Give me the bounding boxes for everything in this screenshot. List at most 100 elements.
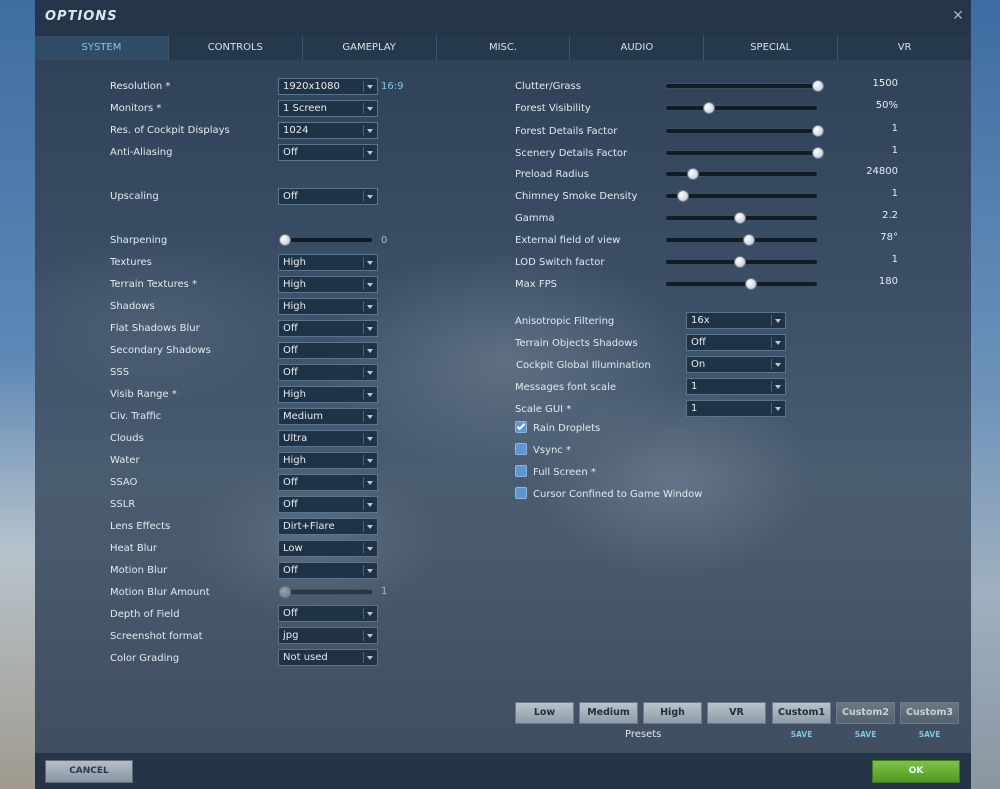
scale-gui-select[interactable]: 1 (686, 400, 786, 417)
motion-blur-select[interactable]: Off (278, 562, 378, 579)
max-fps-value: 180 (878, 276, 898, 287)
save-custom2-button[interactable]: SAVE (836, 730, 895, 739)
resolution-select[interactable]: 1920x1080 (278, 78, 378, 95)
lod-switch-factor-slider-thumb[interactable] (733, 256, 746, 268)
preset-high-button[interactable]: High (643, 702, 702, 724)
messages-font-scale-label: Messages font scale (515, 382, 617, 393)
messages-font-scale-select[interactable]: 1 (686, 378, 786, 395)
chevron-down-icon (367, 261, 373, 265)
close-icon[interactable]: ✕ (950, 8, 966, 24)
secondary-shadows-value: Off (283, 345, 298, 356)
sharpening-slider-thumb[interactable] (279, 234, 291, 246)
gamma-value: 2.2 (882, 210, 898, 221)
chevron-down-icon (367, 371, 373, 375)
depth-of-field-select[interactable]: Off (278, 605, 378, 622)
clouds-select[interactable]: Ultra (278, 430, 378, 447)
cockpit-res-select[interactable]: 1024 (278, 122, 378, 139)
messages-font-scale-value: 1 (691, 381, 698, 392)
chevron-down-icon (367, 459, 373, 463)
tab-bar: SYSTEM CONTROLS GAMEPLAY MISC. AUDIO SPE… (35, 36, 972, 60)
terrain-textures-select[interactable]: High (278, 276, 378, 293)
preload-radius-slider-thumb[interactable] (686, 168, 699, 180)
anisotropic-filtering-value: 16x (691, 315, 710, 326)
anti-aliasing-label: Anti-Aliasing (110, 147, 173, 158)
chevron-down-icon (367, 283, 373, 287)
forest-details-factor-slider[interactable] (665, 128, 818, 134)
visib-range-select[interactable]: High (278, 386, 378, 403)
ssao-select[interactable]: Off (278, 474, 378, 491)
motion-blur-amount-slider[interactable] (280, 589, 373, 595)
ok-button[interactable]: OK (872, 760, 960, 783)
monitors-label: Monitors * (110, 103, 162, 114)
terrain-objects-shadows-value: Off (691, 337, 706, 348)
water-select[interactable]: High (278, 452, 378, 469)
resolution-value: 1920x1080 (283, 81, 340, 92)
forest-visibility-value: 50% (875, 100, 898, 111)
forest-visibility-slider[interactable] (665, 105, 818, 111)
chevron-down-icon (367, 481, 373, 485)
tab-audio[interactable]: AUDIO (570, 36, 705, 60)
sss-value: Off (283, 367, 298, 378)
motion-blur-value: Off (283, 565, 298, 576)
lens-effects-label: Lens Effects (110, 521, 171, 532)
color-grading-select[interactable]: Not used (278, 649, 378, 666)
lod-switch-factor-value: 1 (891, 254, 898, 265)
rain-droplets-checkbox[interactable] (515, 421, 527, 433)
vsync-checkbox[interactable] (515, 443, 527, 455)
anti-aliasing-select[interactable]: Off (278, 144, 378, 161)
anisotropic-filtering-select[interactable]: 16x (686, 312, 786, 329)
sslr-select[interactable]: Off (278, 496, 378, 513)
preset-custom1-button[interactable]: Custom1 (772, 702, 831, 724)
max-fps-slider-thumb[interactable] (744, 278, 757, 290)
secondary-shadows-select[interactable]: Off (278, 342, 378, 359)
sharpening-slider[interactable] (280, 237, 373, 243)
preset-custom2-button[interactable]: Custom2 (836, 702, 895, 724)
tab-system[interactable]: SYSTEM (35, 36, 169, 60)
motion-blur-amount-slider-thumb[interactable] (279, 586, 291, 598)
gamma-slider-thumb[interactable] (733, 212, 746, 224)
presets-label: Presets (625, 729, 662, 740)
preset-custom3-button[interactable]: Custom3 (900, 702, 959, 724)
save-custom1-button[interactable]: SAVE (772, 730, 831, 739)
preset-medium-button[interactable]: Medium (579, 702, 638, 724)
cockpit-gi-select[interactable]: On (686, 356, 786, 373)
tab-misc[interactable]: MISC. (436, 36, 571, 60)
cancel-button[interactable]: CANCEL (45, 760, 133, 783)
secondary-shadows-label: Secondary Shadows (110, 345, 211, 356)
full-screen-checkbox[interactable] (515, 465, 527, 477)
tab-vr[interactable]: VR (838, 36, 972, 60)
preset-low-button[interactable]: Low (515, 702, 574, 724)
terrain-objects-shadows-select[interactable]: Off (686, 334, 786, 351)
upscaling-select[interactable]: Off (278, 188, 378, 205)
scenery-details-factor-slider-thumb[interactable] (812, 147, 824, 159)
max-fps-slider[interactable] (665, 281, 818, 287)
preset-vr-button[interactable]: VR (707, 702, 766, 724)
vsync-label: Vsync * (533, 445, 571, 456)
chevron-down-icon (367, 612, 373, 616)
tab-controls[interactable]: CONTROLS (168, 36, 303, 60)
clutter-grass-slider[interactable] (665, 83, 818, 89)
clutter-grass-slider-thumb[interactable] (812, 80, 824, 92)
heat-blur-select[interactable]: Low (278, 540, 378, 557)
cursor-confined-checkbox[interactable] (515, 487, 527, 499)
scenery-details-factor-slider[interactable] (665, 150, 818, 156)
terrain-objects-shadows-label: Terrain Objects Shadows (515, 338, 638, 349)
screenshot-format-select[interactable]: jpg (278, 627, 378, 644)
shadows-select[interactable]: High (278, 298, 378, 315)
chevron-down-icon (367, 305, 373, 309)
tab-gameplay[interactable]: GAMEPLAY (302, 36, 437, 60)
save-custom3-button[interactable]: SAVE (900, 730, 959, 739)
flat-shadows-blur-select[interactable]: Off (278, 320, 378, 337)
upscaling-label: Upscaling (110, 191, 159, 202)
forest-details-factor-value: 1 (891, 123, 898, 134)
checkmark-icon (516, 421, 526, 431)
civ-traffic-select[interactable]: Medium (278, 408, 378, 425)
tab-special[interactable]: SPECIAL (704, 36, 839, 60)
textures-select[interactable]: High (278, 254, 378, 271)
sss-select[interactable]: Off (278, 364, 378, 381)
forest-details-factor-slider-thumb[interactable] (812, 125, 824, 137)
scenery-details-factor-value: 1 (891, 145, 898, 156)
monitors-select[interactable]: 1 Screen (278, 100, 378, 117)
lens-effects-select[interactable]: Dirt+Flare (278, 518, 378, 535)
external-field-of-view-slider[interactable] (665, 237, 818, 243)
